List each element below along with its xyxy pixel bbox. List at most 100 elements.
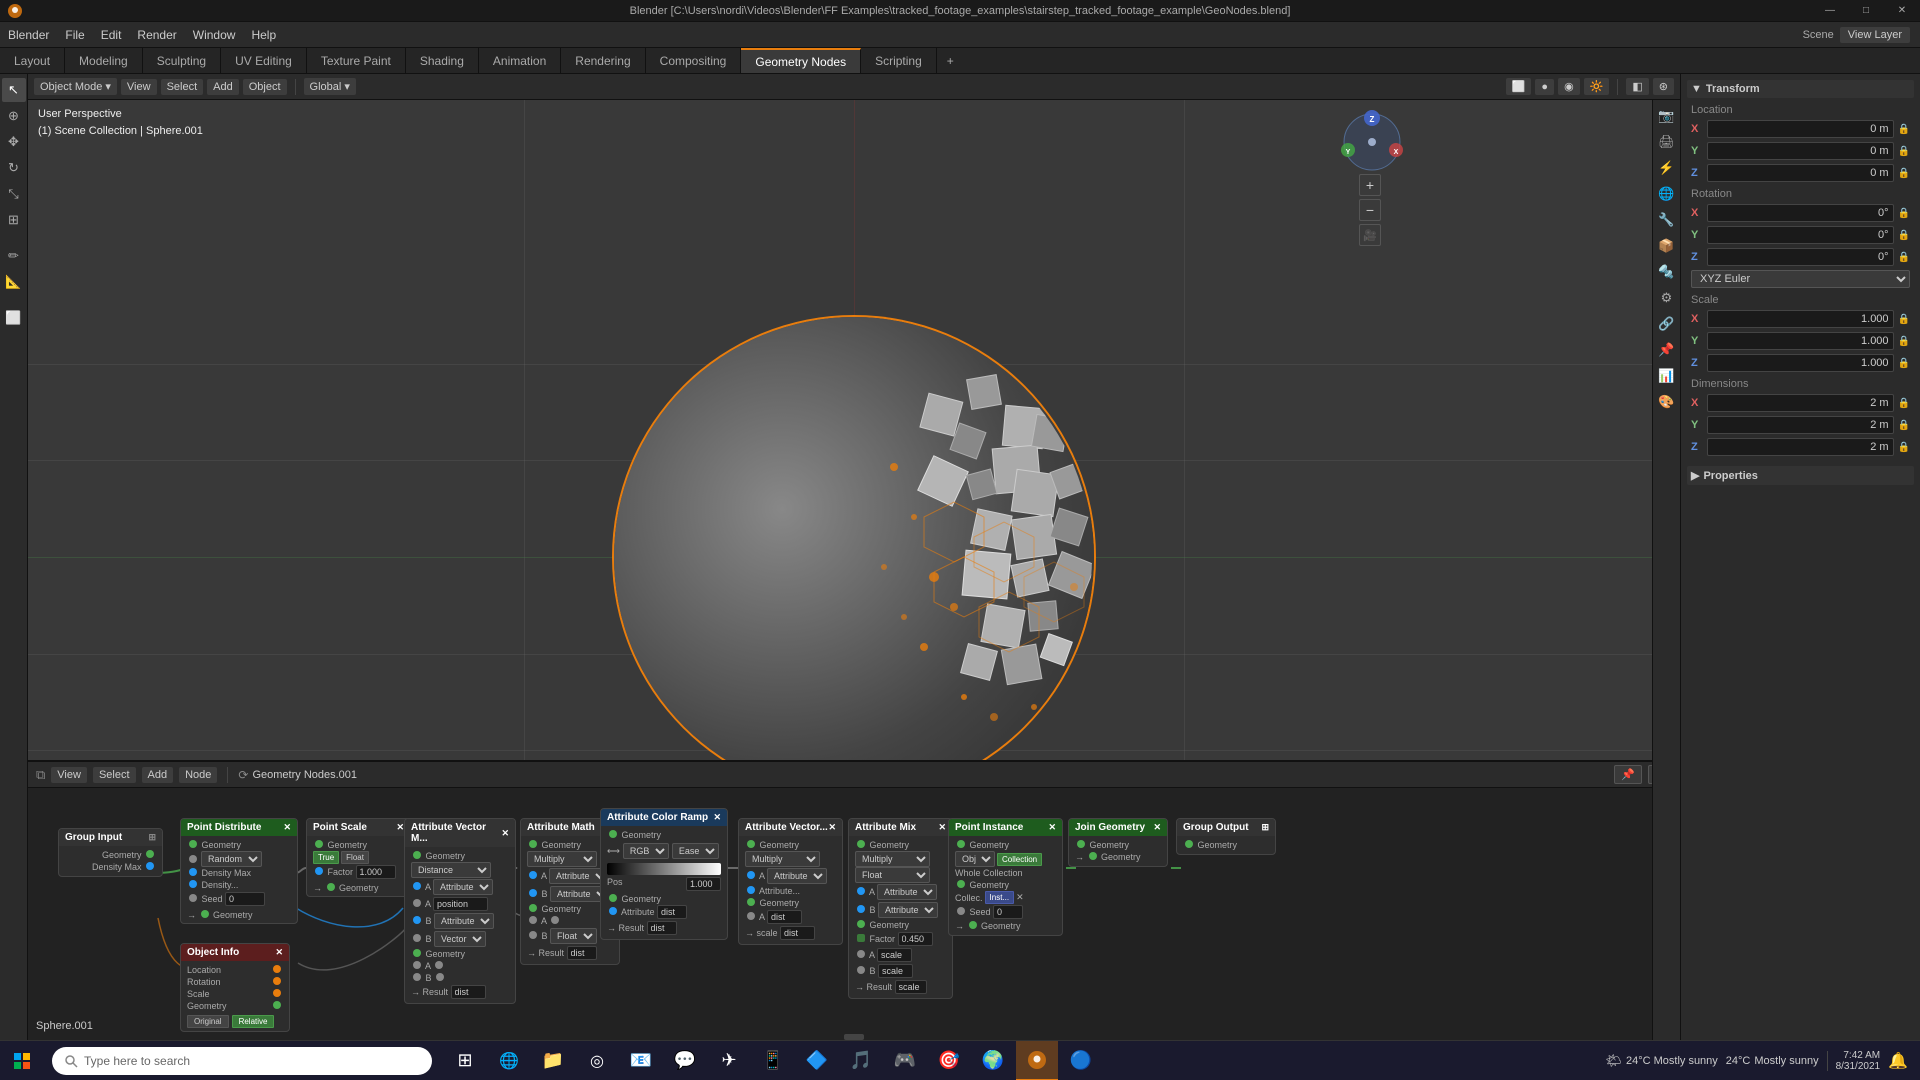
math-result[interactable] [567,946,597,960]
transform-space[interactable]: Global ▾ [304,78,356,95]
ws-tab-layout[interactable]: Layout [0,48,65,73]
tool-add-cube[interactable]: ⬜ [2,306,26,330]
ws-tab-add[interactable]: + [937,48,964,73]
lock-scale-y[interactable]: 🔒 [1898,336,1910,347]
clock-display[interactable]: 7:42 AM 8/31/2021 [1836,1050,1881,1072]
result-val[interactable] [451,985,486,999]
viewport-overlay[interactable]: ◧ [1626,78,1648,95]
ws-tab-shading[interactable]: Shading [406,48,479,73]
mix-b-val[interactable] [878,964,913,978]
lock-scale-z[interactable]: 🔒 [1898,358,1910,369]
node-attribute-vector-math[interactable]: Attribute Vector M... ✕ Geometry Distanc… [404,818,516,1004]
instance-seed[interactable] [993,905,1023,919]
viewport-shading-solid[interactable]: ● [1535,79,1554,95]
location-y-input[interactable] [1707,142,1894,160]
scale-z-input[interactable] [1707,354,1894,372]
vec-a-val[interactable] [433,897,488,911]
rotation-y-input[interactable] [1707,226,1894,244]
node-add-menu[interactable]: Add [142,767,174,783]
rotation-mode-select[interactable]: XYZ Euler [1691,270,1910,288]
start-button[interactable] [0,1041,44,1080]
collection-btn[interactable]: Collection [997,853,1042,866]
minimize-button[interactable]: — [1812,0,1848,22]
zoom-in-button[interactable]: + [1359,174,1381,196]
factor-input[interactable] [356,865,396,879]
vec-a-select[interactable]: Attribute [433,879,493,895]
close-button[interactable]: ✕ [1884,0,1920,22]
ws-tab-geometry-nodes[interactable]: Geometry Nodes [741,48,861,73]
notification-area[interactable]: 🔔 [1888,1051,1908,1071]
scale-x-input[interactable] [1707,310,1894,328]
node-editor[interactable]: ⧉ View Select Add Node ⟳ Geometry Nodes.… [28,760,1680,1040]
rotation-z-input[interactable] [1707,248,1894,266]
instance-collection-btn[interactable]: Inst... [985,891,1015,904]
taskbar-game1[interactable]: 🎮 [884,1041,926,1080]
lock-y[interactable]: 🔒 [1898,146,1910,157]
instance-type-select[interactable]: Object [955,851,995,867]
transform-header[interactable]: ▼ Transform [1687,80,1914,98]
node-attribute-vector-math2[interactable]: Attribute Vector... ✕ Geometry Multiply … [738,818,843,945]
lock-rot-z[interactable]: 🔒 [1898,252,1910,263]
menu-help[interactable]: Help [243,22,284,47]
type-float-btn[interactable]: Float [341,851,369,864]
ws-tab-rendering[interactable]: Rendering [561,48,645,73]
tool-scale[interactable]: ⤡ [2,182,26,206]
vec2-op-select[interactable]: Multiply [745,851,820,867]
taskbar-blender[interactable] [1016,1041,1058,1080]
mix-factor[interactable] [898,932,933,946]
taskbar-chrome[interactable]: ◎ [576,1041,618,1080]
taskbar-game2[interactable]: 🎯 [928,1041,970,1080]
mode-selector[interactable]: Object Mode ▾ [34,78,117,95]
lock-rot-y[interactable]: 🔒 [1898,230,1910,241]
mix-type-select[interactable]: Float [855,867,930,883]
taskbar-unknown1[interactable]: 🔷 [796,1041,838,1080]
taskbar-search-box[interactable]: Type here to search [52,1047,432,1075]
view-layer-badge[interactable]: View Layer [1840,27,1910,43]
viewport-object-menu[interactable]: Object [243,79,287,95]
math-op-select[interactable]: Multiply [527,851,597,867]
taskbar-task-view[interactable]: ⊞ [444,1041,486,1080]
ws-tab-modeling[interactable]: Modeling [65,48,143,73]
tool-rotate[interactable]: ↻ [2,156,26,180]
scale-y-input[interactable] [1707,332,1894,350]
lock-dim-y[interactable]: 🔒 [1898,420,1910,431]
properties-header[interactable]: ▶ Properties [1687,466,1914,485]
mix-result[interactable] [895,980,927,994]
zoom-out-button[interactable]: − [1359,199,1381,221]
tool-annotate[interactable]: ✏ [2,244,26,268]
node-point-scale[interactable]: Point Scale ✕ Geometry True Float Factor… [306,818,411,897]
menu-file[interactable]: File [57,22,92,47]
navigation-gizmo[interactable]: Z X Y + − 🎥 [1340,110,1400,246]
lock-scale-x[interactable]: 🔒 [1898,314,1910,325]
vec2-a-val[interactable] [767,910,802,924]
taskbar-mail[interactable]: 📧 [620,1041,662,1080]
lock-x[interactable]: 🔒 [1898,124,1910,135]
lock-rot-x[interactable]: 🔒 [1898,208,1910,219]
ws-tab-compositing[interactable]: Compositing [646,48,742,73]
taskbar-spotify[interactable]: 🎵 [840,1041,882,1080]
tool-select[interactable]: ↖ [2,78,26,102]
ws-tab-sculpting[interactable]: Sculpting [143,48,221,73]
rotation-x-input[interactable] [1707,204,1894,222]
vec2-a[interactable]: Attribute [767,868,827,884]
obj-info-relative-btn[interactable]: Relative [232,1015,275,1028]
instance-clear-btn[interactable]: ✕ [1016,892,1024,903]
seed-input[interactable] [225,892,265,906]
node-node-menu[interactable]: Node [179,767,217,783]
taskbar-browser2[interactable]: 🌍 [972,1041,1014,1080]
taskbar-edge[interactable]: 🌐 [488,1041,530,1080]
node-attribute-mix[interactable]: Attribute Mix ✕ Geometry Multiply Float … [848,818,953,999]
tool-move[interactable]: ✥ [2,130,26,154]
tool-cursor[interactable]: ⊕ [2,104,26,128]
lock-z[interactable]: 🔒 [1898,168,1910,179]
node-canvas[interactable]: Group Input ⊞ Geometry Density Max [28,788,1680,1040]
menu-render[interactable]: Render [129,22,184,47]
mix-a[interactable]: Attribute [877,884,937,900]
lock-dim-x[interactable]: 🔒 [1898,398,1910,409]
taskbar-explorer[interactable]: 📁 [532,1041,574,1080]
menu-edit[interactable]: Edit [93,22,130,47]
math-b-type[interactable]: Float [550,928,597,944]
color-ramp-mode[interactable]: RGB [623,843,669,859]
dim-x-input[interactable] [1707,394,1894,412]
node-group-input[interactable]: Group Input ⊞ Geometry Density Max [58,828,163,877]
